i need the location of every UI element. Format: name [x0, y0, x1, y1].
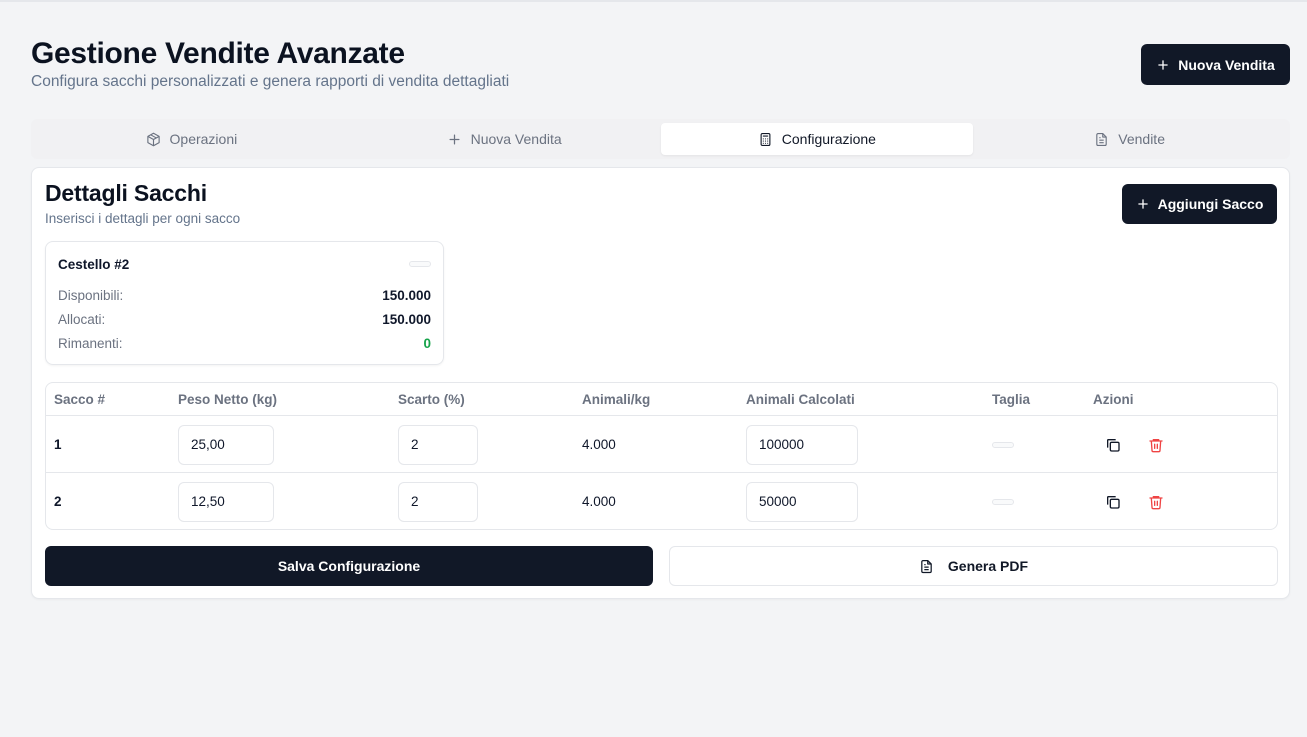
summary-label: Rimanenti: [58, 336, 123, 351]
tab-label: Operazioni [169, 131, 238, 147]
summary-value: 150.000 [382, 312, 431, 327]
tab-label: Vendite [1118, 131, 1165, 147]
card-subtitle: Inserisci i dettagli per ogni sacco [45, 211, 241, 226]
generate-pdf-button[interactable]: Genera PDF [669, 546, 1278, 586]
column-header: Animali/kg [582, 392, 651, 407]
tab-bar: Operazioni Nuova Vendita Configurazione … [31, 119, 1290, 159]
sacks-card: Dettagli Sacchi Inserisci i dettagli per… [31, 167, 1290, 599]
add-sack-button[interactable]: Aggiungi Sacco [1122, 184, 1277, 224]
column-header: Azioni [1093, 392, 1134, 407]
copy-icon [1107, 438, 1120, 452]
tab-label: Nuova Vendita [470, 131, 562, 147]
duplicate-button[interactable] [1102, 434, 1124, 456]
animals-per-kg: 4.000 [582, 494, 616, 509]
basket-summary: Cestello #2 Disponibili: 150.000 Allocat… [45, 241, 444, 365]
summary-row-allocated: Allocati: 150.000 [58, 312, 431, 327]
file-text-icon [1096, 132, 1108, 146]
file-text-icon [921, 559, 932, 573]
copy-icon [1107, 495, 1120, 509]
plus-icon [449, 134, 460, 144]
trash-icon [1149, 438, 1163, 452]
package-icon [146, 132, 160, 146]
column-header: Scarto (%) [398, 392, 465, 407]
summary-value: 0 [423, 336, 431, 351]
tab-operazioni[interactable]: Operazioni [35, 123, 348, 155]
column-header: Taglia [992, 392, 1031, 407]
basket-title: Cestello #2 [58, 257, 130, 272]
tab-label: Configurazione [781, 131, 876, 147]
summary-row-remaining: Rimanenti: 0 [58, 336, 431, 351]
tab-nuova-vendita[interactable]: Nuova Vendita [348, 123, 661, 155]
animals-per-kg: 4.000 [582, 437, 616, 452]
waste-percent-input[interactable] [398, 424, 478, 465]
delete-button[interactable] [1145, 434, 1167, 456]
tab-vendite[interactable]: Vendite [973, 123, 1286, 155]
save-configuration-button[interactable]: Salva Configurazione [45, 546, 653, 586]
waste-percent-input[interactable] [398, 481, 478, 522]
sacks-table: Sacco # Peso Netto (kg) Scarto (%) Anima… [45, 382, 1278, 530]
net-weight-input[interactable] [178, 481, 274, 522]
summary-value: 150.000 [382, 288, 431, 303]
generate-pdf-label: Genera PDF [947, 558, 1029, 574]
table-header: Sacco # Peso Netto (kg) Scarto (%) Anima… [46, 383, 1277, 416]
page-header: Gestione Vendite Avanzate Configura sacc… [31, 36, 1290, 96]
trash-icon [1149, 495, 1163, 509]
table-row: 2 4.000 [46, 473, 1277, 529]
calculator-icon [760, 132, 771, 146]
new-sale-button[interactable]: Nuova Vendita [1141, 44, 1290, 85]
card-title: Dettagli Sacchi [45, 180, 207, 206]
summary-label: Allocati: [58, 312, 106, 327]
table-row: 1 4.000 [46, 416, 1277, 473]
summary-label: Disponibili: [58, 288, 124, 303]
calculated-animals-input[interactable] [746, 481, 858, 522]
sack-number: 2 [54, 494, 62, 509]
sack-number: 1 [54, 437, 62, 452]
top-border [0, 0, 1307, 2]
add-sack-button-label: Aggiungi Sacco [1157, 196, 1264, 212]
new-sale-button-label: Nuova Vendita [1178, 56, 1275, 73]
summary-row-available: Disponibili: 150.000 [58, 288, 431, 303]
calculated-animals-input[interactable] [746, 424, 858, 465]
page-title: Gestione Vendite Avanzate [31, 37, 405, 70]
plus-icon [1137, 199, 1148, 209]
duplicate-button[interactable] [1102, 491, 1124, 513]
size-badge [992, 441, 1014, 448]
basket-badge [409, 261, 431, 267]
column-header: Peso Netto (kg) [178, 392, 278, 407]
column-header: Animali Calcolati [746, 392, 855, 407]
size-badge [992, 498, 1014, 505]
plus-icon [1158, 59, 1168, 70]
tab-configurazione[interactable]: Configurazione [660, 123, 974, 155]
column-header: Sacco # [54, 392, 106, 407]
page-subtitle: Configura sacchi personalizzati e genera… [31, 73, 510, 90]
net-weight-input[interactable] [178, 424, 274, 465]
delete-button[interactable] [1145, 491, 1167, 513]
